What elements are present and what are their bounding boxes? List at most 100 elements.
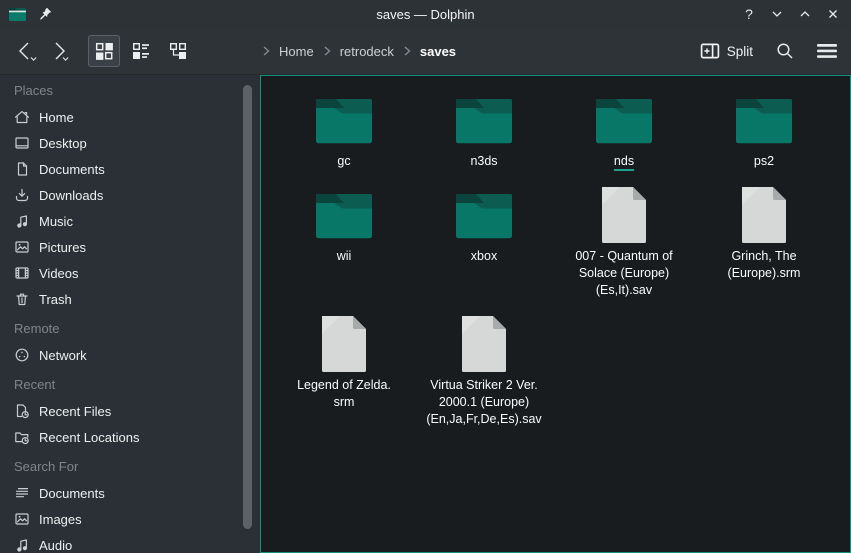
view-mode-group — [88, 35, 194, 67]
trash-icon — [14, 291, 30, 307]
sidebar-section: Recent Recent Files Recent Locations — [0, 372, 260, 450]
sidebar-item-label: Home — [39, 110, 74, 125]
folder-item-wii[interactable]: wii — [274, 183, 414, 312]
sidebar-section: Remote Network — [0, 316, 260, 368]
file-icon — [460, 314, 508, 374]
sidebar-item-label: Desktop — [39, 136, 87, 151]
file-item-label: xbox — [471, 248, 497, 265]
forward-button[interactable] — [42, 36, 74, 66]
desktop-icon — [14, 135, 30, 151]
sidebar-item-recent-locations[interactable]: Recent Locations — [0, 424, 260, 450]
sidebar-item-label: Pictures — [39, 240, 86, 255]
sidebar-item-recent-files[interactable]: Recent Files — [0, 398, 260, 424]
titlebar: saves — Dolphin ? — [0, 0, 851, 28]
sidebar-item-label: Network — [39, 348, 87, 363]
breadcrumb-chevron-icon — [322, 45, 332, 57]
sidebar-item-music[interactable]: Music — [0, 208, 260, 234]
sidebar-item-label: Music — [39, 214, 73, 229]
sidebar-section-header: Recent — [0, 372, 260, 398]
sidebar-item-home[interactable]: Home — [0, 104, 260, 130]
folder-item-n3ds[interactable]: n3ds — [414, 88, 554, 183]
file-item-label: Legend of Zelda.srm — [297, 377, 391, 411]
folder-icon — [456, 190, 512, 240]
hamburger-menu-icon[interactable] — [813, 37, 841, 65]
split-icon — [700, 42, 720, 60]
sidebar-section: Search For Documents Images Audio — [0, 454, 260, 553]
details-view-button[interactable] — [125, 35, 157, 67]
breadcrumb-item-retrodeck[interactable]: retrodeck — [337, 44, 397, 59]
sidebar-item-label: Trash — [39, 292, 72, 307]
sidebar-item-label: Documents — [39, 162, 105, 177]
file-item-label: 007 - Quantum ofSolace (Europe)(Es,It).s… — [575, 248, 672, 299]
search-audio-icon — [14, 537, 30, 553]
downloads-icon — [14, 187, 30, 203]
home-icon — [14, 109, 30, 125]
folder-item-gc[interactable]: gc — [274, 88, 414, 183]
file-item-label: ps2 — [754, 153, 774, 170]
file-item-virtua-striker-2-ver-[interactable]: Virtua Striker 2 Ver.2000.1 (Europe)(En,… — [414, 312, 554, 441]
network-icon — [14, 347, 30, 363]
folder-item-xbox[interactable]: xbox — [414, 183, 554, 312]
folder-icon — [316, 190, 372, 240]
file-icon — [600, 185, 648, 245]
documents-icon — [14, 161, 30, 177]
minimize-button[interactable] — [767, 4, 787, 24]
tree-view-button[interactable] — [162, 35, 194, 67]
breadcrumb-chevron-icon — [261, 45, 271, 57]
sidebar-section-header: Remote — [0, 316, 260, 342]
split-label: Split — [727, 44, 753, 59]
file-item-legend-of-zelda-[interactable]: Legend of Zelda.srm — [274, 312, 414, 441]
sidebar-item-videos[interactable]: Videos — [0, 260, 260, 286]
folder-icon — [456, 95, 512, 145]
search-images-icon — [14, 511, 30, 527]
folder-item-nds[interactable]: nds — [554, 88, 694, 183]
split-button[interactable]: Split — [696, 40, 757, 62]
pictures-icon — [14, 239, 30, 255]
sidebar-item-downloads[interactable]: Downloads — [0, 182, 260, 208]
sidebar-item-audio[interactable]: Audio — [0, 532, 260, 553]
sidebar-item-documents[interactable]: Documents — [0, 480, 260, 506]
sidebar-item-label: Videos — [39, 266, 79, 281]
dolphin-window: saves — Dolphin ? — [0, 0, 851, 553]
sidebar-item-label: Audio — [39, 538, 72, 553]
maximize-button[interactable] — [795, 4, 815, 24]
file-item-007-quantum-of[interactable]: 007 - Quantum ofSolace (Europe)(Es,It).s… — [554, 183, 694, 312]
folder-item-ps2[interactable]: ps2 — [694, 88, 834, 183]
file-item-label: Virtua Striker 2 Ver.2000.1 (Europe)(En,… — [426, 377, 541, 428]
music-icon — [14, 213, 30, 229]
sidebar-item-label: Images — [39, 512, 82, 527]
sidebar-item-documents[interactable]: Documents — [0, 156, 260, 182]
breadcrumb-item-home[interactable]: Home — [276, 44, 317, 59]
folder-view: gc n3ds nds ps2 wii xbox 007 - Quantum o… — [260, 75, 851, 553]
sidebar-item-label: Recent Files — [39, 404, 111, 419]
recent-locations-icon — [14, 429, 30, 445]
file-icon — [740, 185, 788, 245]
sidebar-item-label: Downloads — [39, 188, 103, 203]
sidebar-item-network[interactable]: Network — [0, 342, 260, 368]
window-title: saves — Dolphin — [0, 7, 851, 22]
file-item-grinch-the[interactable]: Grinch, The(Europe).srm — [694, 183, 834, 312]
close-button[interactable] — [823, 4, 843, 24]
sidebar-section-header: Search For — [0, 454, 260, 480]
back-button[interactable] — [10, 36, 42, 66]
help-button[interactable]: ? — [739, 4, 759, 24]
icons-view-button[interactable] — [88, 35, 120, 67]
sidebar-item-pictures[interactable]: Pictures — [0, 234, 260, 260]
sidebar-item-desktop[interactable]: Desktop — [0, 130, 260, 156]
folder-icon — [736, 95, 792, 145]
sidebar-scrollbar[interactable] — [243, 85, 252, 529]
breadcrumb-item-saves[interactable]: saves — [417, 44, 459, 59]
search-documents-icon — [14, 485, 30, 501]
folder-icon — [316, 95, 372, 145]
pin-icon[interactable] — [36, 5, 54, 23]
file-icon — [320, 314, 368, 374]
sidebar-section: Places Home Desktop Documents Downloads … — [0, 78, 260, 312]
file-item-label: gc — [337, 153, 350, 170]
search-icon[interactable] — [771, 37, 799, 65]
file-item-label: n3ds — [470, 153, 497, 170]
sidebar-item-trash[interactable]: Trash — [0, 286, 260, 312]
app-folder-icon — [8, 6, 27, 23]
sidebar-section-header: Places — [0, 78, 260, 104]
breadcrumb: Home retrodeck saves — [261, 28, 459, 74]
sidebar-item-images[interactable]: Images — [0, 506, 260, 532]
